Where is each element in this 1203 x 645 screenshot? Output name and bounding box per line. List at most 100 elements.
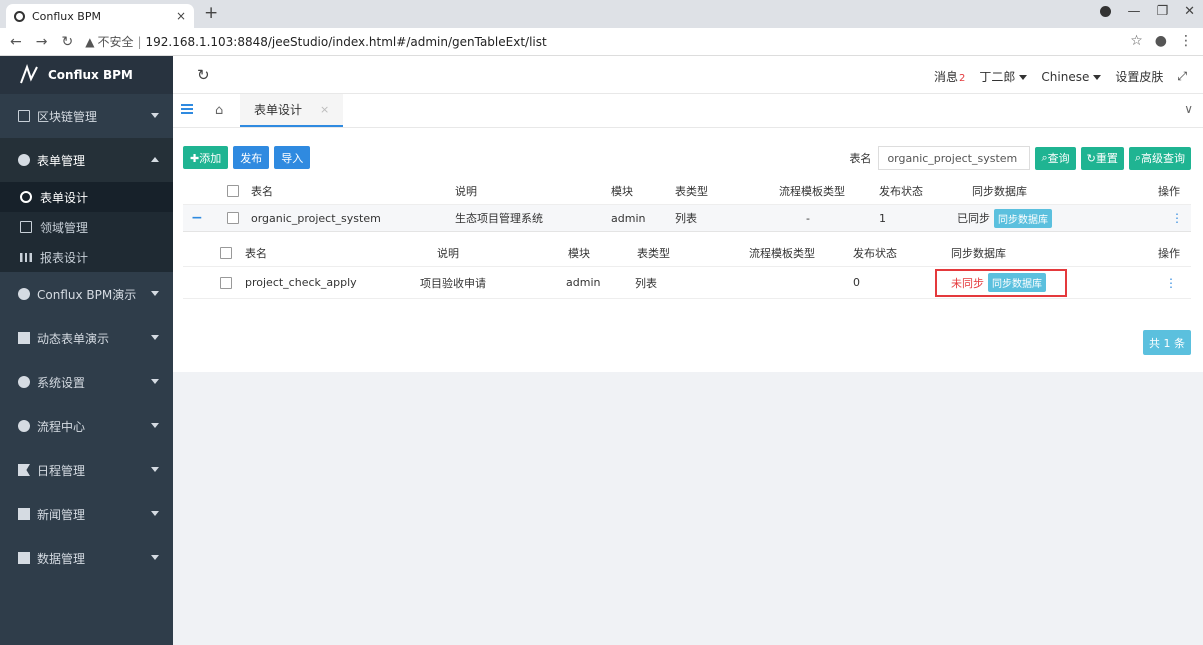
sub-cell-desc: 项目验收申请 (420, 276, 486, 290)
toolbar: ✚添加 发布 导入 (183, 146, 311, 169)
reset-icon: ↻ (1086, 151, 1096, 165)
header-flow[interactable]: 流程模板类型 (779, 178, 845, 204)
refresh-icon[interactable]: ↻ (197, 66, 210, 84)
brand[interactable]: Conflux BPM (0, 56, 173, 94)
tab-close-icon[interactable]: × (320, 103, 329, 116)
account-icon[interactable]: ● (1155, 33, 1167, 49)
reset-button[interactable]: ↻ 重置 (1080, 146, 1124, 170)
sidebar-item-data[interactable]: 数据管理 (0, 536, 173, 580)
header-sync[interactable]: 同步数据库 (972, 178, 1027, 204)
sub-header-desc[interactable]: 说明 (437, 240, 459, 266)
sidebar-item-system-settings[interactable]: 系统设置 (0, 360, 173, 404)
search-label: 表名 (849, 152, 872, 165)
language-menu[interactable]: Chinese (1041, 70, 1102, 84)
collapse-icon[interactable]: − (191, 205, 203, 231)
row-actions[interactable]: ⋮ (1171, 205, 1183, 231)
new-tab-button[interactable]: + (204, 3, 218, 23)
browser-tab-close-icon[interactable]: × (176, 9, 186, 23)
search-input[interactable]: organic_project_system (878, 146, 1031, 170)
sidebar-item-schedule[interactable]: 日程管理 (0, 448, 173, 492)
sidebar-subitem-label: 领域管理 (40, 220, 89, 235)
conflux-logo-icon (20, 64, 38, 84)
sidebar-item-news[interactable]: 新闻管理 (0, 492, 173, 536)
header-publish[interactable]: 发布状态 (879, 178, 923, 204)
bar-chart-icon (20, 252, 32, 262)
query-button[interactable]: ⌕ 查询 (1035, 146, 1076, 170)
sub-row-actions[interactable]: ⋮ (1165, 267, 1177, 298)
tab-form-design[interactable]: 表单设计 × (240, 94, 344, 127)
home-icon[interactable]: ⌂ (215, 103, 223, 118)
reload-icon[interactable]: ↻ (61, 34, 73, 50)
form-management-icon (18, 154, 30, 166)
header-module[interactable]: 模块 (611, 178, 633, 204)
sidebar-subitem-form-design[interactable]: 表单设计 (0, 182, 173, 212)
page-tabs: ⌂ 表单设计 × ∨ (173, 94, 1203, 128)
url-text[interactable]: 192.168.1.103:8848/jeeStudio/index.html#… (146, 35, 547, 49)
sub-header-type[interactable]: 表类型 (637, 240, 670, 266)
browser-tab[interactable]: Conflux BPM × (6, 4, 194, 28)
table-row[interactable]: − organic_project_system 生态项目管理系统 admin … (183, 205, 1191, 232)
process-icon (18, 420, 30, 432)
add-button[interactable]: ✚添加 (183, 146, 229, 169)
sidebar-subitem-domain[interactable]: 领域管理 (0, 212, 173, 242)
sidebar-item-process-center[interactable]: 流程中心 (0, 404, 173, 448)
cell-flow: - (806, 211, 810, 225)
reset-label: 重置 (1095, 152, 1118, 165)
minimize-icon[interactable]: — (1127, 4, 1140, 19)
sub-row-checkbox[interactable] (220, 267, 232, 298)
advanced-label: 高级查询 (1141, 152, 1185, 165)
gear-icon (18, 376, 30, 388)
sidebar-item-dynamic-form[interactable]: 动态表单演示 (0, 316, 173, 360)
fullscreen-icon[interactable]: ⤢ (1177, 69, 1187, 84)
omnibox[interactable]: ▲ 不安全 | 192.168.1.103:8848/jeeStudio/ind… (85, 33, 547, 50)
chevron-down-icon (151, 511, 159, 516)
chevron-down-icon (151, 113, 159, 118)
sidebar-subitem-report[interactable]: 报表设计 (0, 242, 173, 272)
sub-header-name[interactable]: 表名 (245, 240, 267, 266)
cell-sync: 已同步 同步数据库 (957, 205, 1052, 231)
header-desc[interactable]: 说明 (455, 178, 477, 204)
sub-header-flow[interactable]: 流程模板类型 (749, 240, 815, 266)
skin-settings-link[interactable]: 设置皮肤 (1115, 68, 1163, 85)
sidebar-item-conflux-demo[interactable]: Conflux BPM演示 (0, 272, 173, 316)
back-icon[interactable]: ← (10, 34, 22, 50)
sub-cell-type: 列表 (635, 276, 657, 290)
blockchain-icon (18, 110, 30, 122)
sidebar-item-form-management[interactable]: 表单管理 (0, 138, 173, 182)
caret-down-icon (1093, 74, 1102, 80)
warning-icon: ▲ (85, 34, 95, 49)
publish-button[interactable]: 发布 (233, 146, 270, 169)
header-checkbox[interactable] (227, 178, 239, 204)
sync-database-button[interactable]: 同步数据库 (994, 208, 1052, 228)
row-checkbox[interactable] (227, 205, 239, 231)
pager-total: 共 1 条 (1143, 330, 1191, 355)
header-type[interactable]: 表类型 (675, 178, 708, 204)
messages-label: 消息 (934, 70, 959, 84)
sub-header-checkbox[interactable] (220, 240, 232, 266)
chevron-up-icon (151, 157, 159, 162)
bookmark-star-icon[interactable]: ☆ (1130, 33, 1143, 49)
chevron-down-icon[interactable]: ∨ (1184, 102, 1193, 116)
sub-header-module[interactable]: 模块 (568, 240, 590, 266)
sync-status: 已同步 (957, 212, 990, 225)
forward-icon[interactable]: → (36, 34, 48, 50)
advanced-query-button[interactable]: ⌕ 高级查询 (1128, 146, 1191, 170)
caret-down-icon (1019, 75, 1028, 80)
main-content: ✚添加 发布 导入 表名 organic_project_system ⌕ 查询 … (173, 128, 1203, 372)
browser-menu-icon[interactable]: ⋮ (1179, 33, 1193, 49)
user-menu[interactable]: 丁二郎 (979, 68, 1028, 85)
close-window-icon[interactable]: ✕ (1184, 4, 1195, 19)
monitor-icon (18, 332, 30, 344)
import-button[interactable]: 导入 (274, 146, 311, 169)
sidebar-subitem-label: 报表设计 (40, 250, 89, 265)
more-icon[interactable]: ⋮ (1171, 211, 1183, 225)
more-icon[interactable]: ⋮ (1165, 276, 1177, 290)
sub-header-sync[interactable]: 同步数据库 (951, 240, 1006, 266)
profile-icon[interactable] (1100, 6, 1112, 17)
header-name[interactable]: 表名 (251, 178, 273, 204)
sidebar-item-blockchain[interactable]: 区块链管理 (0, 94, 173, 138)
sub-header-publish[interactable]: 发布状态 (853, 240, 897, 266)
restore-icon[interactable]: ❐ (1156, 4, 1168, 19)
menu-toggle-icon[interactable] (181, 104, 193, 114)
messages-link[interactable]: 消息2 (934, 68, 965, 85)
